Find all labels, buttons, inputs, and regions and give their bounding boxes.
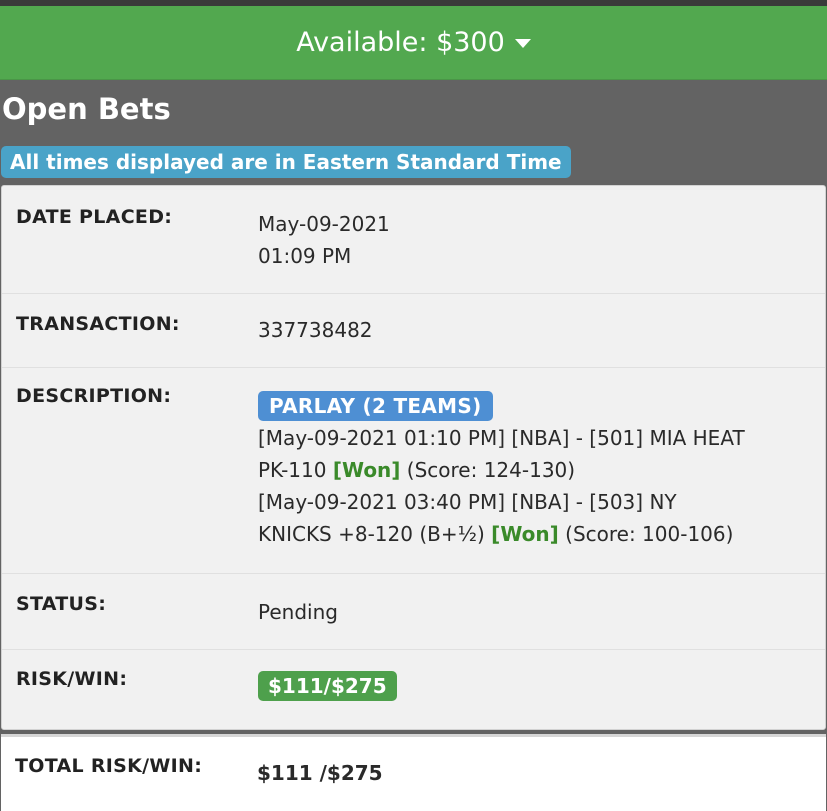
caret-down-icon	[514, 39, 531, 48]
parlay-leg-2: [May-09-2021 03:40 PM] [NBA] - [503] NY …	[258, 490, 734, 546]
status-value: Pending	[258, 600, 338, 624]
date-placed-value: May-09-2021 01:09 PM	[258, 208, 785, 272]
date-placed-row: DATE PLACED: May-09-2021 01:09 PM	[2, 186, 825, 294]
transaction-value: 337738482	[258, 318, 373, 342]
description-value: PARLAY (2 TEAMS) [May-09-2021 01:10 PM] …	[258, 390, 785, 550]
date-placed-label: DATE PLACED:	[16, 206, 173, 228]
risk-win-row: RISK/WIN: $111/$275	[2, 650, 825, 729]
date-placed-time: 01:09 PM	[258, 244, 352, 268]
status-row: STATUS: Pending	[2, 574, 825, 650]
risk-win-badge: $111/$275	[258, 671, 397, 701]
leg-2-result: [Won]	[491, 522, 559, 546]
description-row: DESCRIPTION: PARLAY (2 TEAMS) [May-09-20…	[2, 368, 825, 574]
status-label: STATUS:	[16, 593, 107, 615]
total-risk-win-value: $111 /$275	[257, 761, 383, 785]
available-balance-label: Available: $300	[296, 27, 505, 58]
date-placed-date: May-09-2021	[258, 212, 390, 236]
parlay-leg-1: [May-09-2021 01:10 PM] [NBA] - [501] MIA…	[258, 426, 745, 482]
description-label: DESCRIPTION:	[16, 385, 172, 407]
parlay-type-badge: PARLAY (2 TEAMS)	[258, 391, 493, 421]
risk-win-label: RISK/WIN:	[16, 668, 128, 690]
bet-details-panel: DATE PLACED: May-09-2021 01:09 PM TRANSA…	[1, 185, 826, 730]
total-risk-win-row: TOTAL RISK/WIN: $111 /$275	[1, 734, 826, 811]
leg-1-score: (Score: 124-130)	[406, 458, 576, 482]
leg-2-score: (Score: 100-106)	[565, 522, 734, 546]
leg-1-result: [Won]	[332, 458, 401, 482]
timezone-badge: All times displayed are in Eastern Stand…	[1, 146, 571, 178]
transaction-row: TRANSACTION: 337738482	[2, 294, 825, 368]
total-risk-win-label: TOTAL RISK/WIN:	[15, 755, 203, 777]
transaction-label: TRANSACTION:	[16, 313, 180, 335]
available-balance-dropdown[interactable]: Available: $300	[0, 6, 827, 80]
page-title: Open Bets	[2, 92, 171, 126]
